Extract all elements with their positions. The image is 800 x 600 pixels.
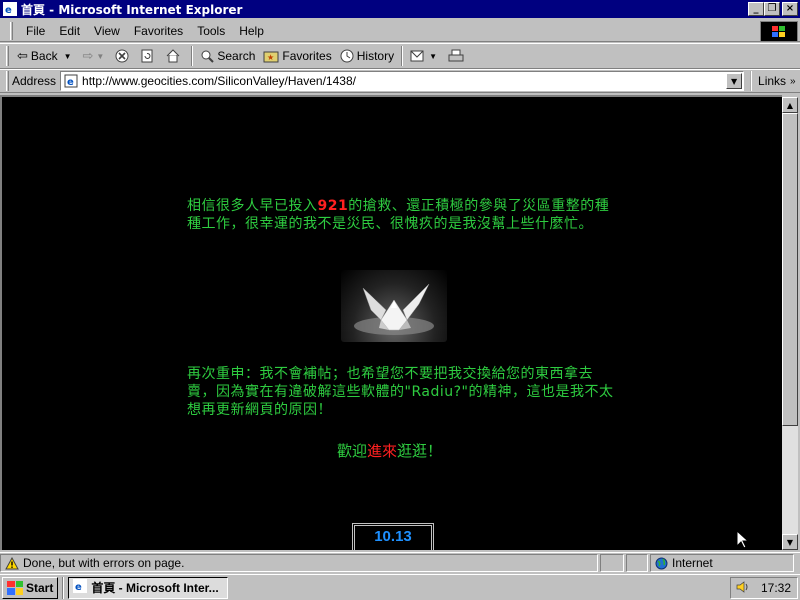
- address-grip[interactable]: [6, 71, 9, 91]
- scroll-thumb[interactable]: [782, 113, 798, 426]
- svg-text:e: e: [75, 582, 82, 593]
- page-viewport[interactable]: 相信很多人早已投入921的搶救、還正積極的參與了災區重整的種種工作，很幸運的我不…: [0, 95, 782, 550]
- intro-paragraph: 相信很多人早已投入921的搶救、還正積極的參與了災區重整的種種工作，很幸運的我不…: [187, 197, 617, 233]
- chevron-right-icon: »: [790, 75, 796, 87]
- security-zone-panel: Internet: [650, 554, 794, 572]
- menu-edit[interactable]: Edit: [52, 24, 87, 38]
- refresh-icon: [140, 49, 154, 63]
- browser-window: e 首頁 - Microsoft Internet Explorer _ ❐ ×…: [0, 0, 800, 574]
- history-label: History: [356, 49, 395, 63]
- back-label: Back: [30, 49, 58, 63]
- start-label: Start: [26, 580, 54, 595]
- links-label: Links: [758, 74, 787, 88]
- search-button[interactable]: Search: [196, 45, 259, 67]
- taskbar-item-label: 首頁 - Microsoft Inter...: [91, 581, 219, 595]
- system-tray: 17:32: [730, 577, 798, 599]
- globe-icon: [655, 557, 668, 570]
- menu-help[interactable]: Help: [232, 24, 271, 38]
- menu-favorites[interactable]: Favorites: [127, 24, 190, 38]
- search-icon: [200, 49, 215, 63]
- svg-text:e: e: [67, 77, 74, 88]
- menu-bar: File Edit View Favorites Tools Help: [0, 20, 800, 42]
- mail-dropdown-icon[interactable]: ▼: [429, 52, 437, 61]
- favorites-label: Favorites: [282, 49, 332, 63]
- ie-icon: e: [3, 2, 17, 16]
- vertical-scrollbar[interactable]: ▲ ▼: [782, 97, 798, 550]
- welcome-part-2: 進來: [367, 442, 398, 460]
- toolbar-grip[interactable]: [6, 46, 9, 66]
- start-button[interactable]: Start: [2, 576, 59, 599]
- close-button[interactable]: ×: [782, 2, 798, 16]
- windows-flag-icon: [7, 580, 23, 595]
- welcome-part-1: 歡迎: [337, 442, 368, 460]
- print-button[interactable]: [444, 45, 471, 67]
- menu-tools[interactable]: Tools: [190, 24, 232, 38]
- counter-value: 10.13: [374, 528, 412, 545]
- favorites-folder-icon: ★: [263, 49, 279, 63]
- address-label: Address: [12, 74, 57, 88]
- intro-highlight: 921: [317, 198, 349, 214]
- clock[interactable]: 17:32: [761, 581, 791, 595]
- mail-button[interactable]: ▼: [406, 45, 444, 67]
- back-button[interactable]: ⇦ Back ▼: [13, 45, 79, 67]
- page-icon: e: [63, 74, 79, 88]
- favorites-button[interactable]: ★ Favorites: [259, 45, 335, 67]
- origami-crane-image: [341, 270, 447, 342]
- maximize-button[interactable]: ❐: [764, 2, 780, 16]
- refresh-button[interactable]: [136, 45, 161, 67]
- menu-file[interactable]: File: [19, 24, 52, 38]
- history-icon: [340, 49, 354, 63]
- mouse-cursor-icon: [736, 529, 750, 550]
- visit-counter: 10.13: [352, 523, 434, 550]
- address-dropdown-button[interactable]: ▼: [726, 73, 743, 89]
- history-button[interactable]: History: [336, 45, 398, 67]
- menu-grip[interactable]: [10, 21, 13, 40]
- intro-text-start: 相信很多人早已投入: [187, 198, 318, 214]
- svg-text:★: ★: [267, 53, 274, 62]
- title-bar[interactable]: e 首頁 - Microsoft Internet Explorer _ ❐ ×: [0, 0, 800, 18]
- taskbar: Start e 首頁 - Microsoft Inter... 17:32: [0, 574, 800, 600]
- forward-arrow-icon: ⇨: [82, 48, 94, 63]
- svg-text:e: e: [5, 5, 12, 16]
- status-bar: Done, but with errors on page. Internet: [0, 552, 800, 573]
- forward-dropdown-icon[interactable]: ▼: [96, 52, 104, 61]
- welcome-message: 歡迎進來逛逛！: [337, 440, 442, 461]
- warning-icon: [5, 556, 19, 570]
- standard-toolbar: ⇦ Back ▼ ⇨ ▼ Search ★ Favorites History …: [0, 43, 800, 69]
- mail-icon: [410, 49, 426, 63]
- toolbar-separator: [401, 46, 404, 66]
- ie-icon: e: [73, 579, 88, 596]
- stop-icon: [115, 49, 129, 63]
- scroll-up-button[interactable]: ▲: [782, 97, 798, 113]
- security-zone: Internet: [672, 556, 713, 570]
- minimize-button[interactable]: _: [748, 2, 764, 16]
- volume-icon[interactable]: [735, 580, 749, 597]
- window-title: 首頁 - Microsoft Internet Explorer: [21, 2, 243, 17]
- forward-button[interactable]: ⇨ ▼: [79, 45, 112, 67]
- address-input[interactable]: e http://www.geocities.com/SiliconValley…: [60, 71, 745, 91]
- notice-paragraph: 再次重申：我不會補帖；也希望您不要把我交換給您的東西拿去賣，因為實在有違破解這些…: [187, 366, 614, 418]
- printer-icon: [448, 49, 464, 63]
- home-icon: [165, 49, 181, 63]
- address-url: http://www.geocities.com/SiliconValley/H…: [82, 74, 356, 88]
- status-panel-empty: [626, 554, 648, 572]
- status-message: Done, but with errors on page.: [23, 556, 185, 570]
- scroll-down-button[interactable]: ▼: [782, 534, 798, 550]
- status-message-panel[interactable]: Done, but with errors on page.: [0, 554, 598, 572]
- welcome-part-3: 逛逛！: [397, 442, 443, 460]
- stop-button[interactable]: [111, 45, 136, 67]
- address-bar: Address e http://www.geocities.com/Silic…: [0, 69, 800, 93]
- home-button[interactable]: [161, 45, 188, 67]
- taskbar-item-ie[interactable]: e 首頁 - Microsoft Inter...: [68, 576, 229, 599]
- taskbar-separator: [62, 576, 65, 599]
- status-panel-empty: [600, 554, 624, 572]
- search-label: Search: [217, 49, 256, 63]
- menu-view[interactable]: View: [87, 24, 127, 38]
- windows-logo-icon: [760, 21, 798, 42]
- toolbar-separator: [191, 46, 194, 66]
- back-arrow-icon: ⇦: [17, 48, 28, 63]
- links-button[interactable]: Links »: [750, 71, 796, 91]
- back-dropdown-icon[interactable]: ▼: [64, 52, 72, 61]
